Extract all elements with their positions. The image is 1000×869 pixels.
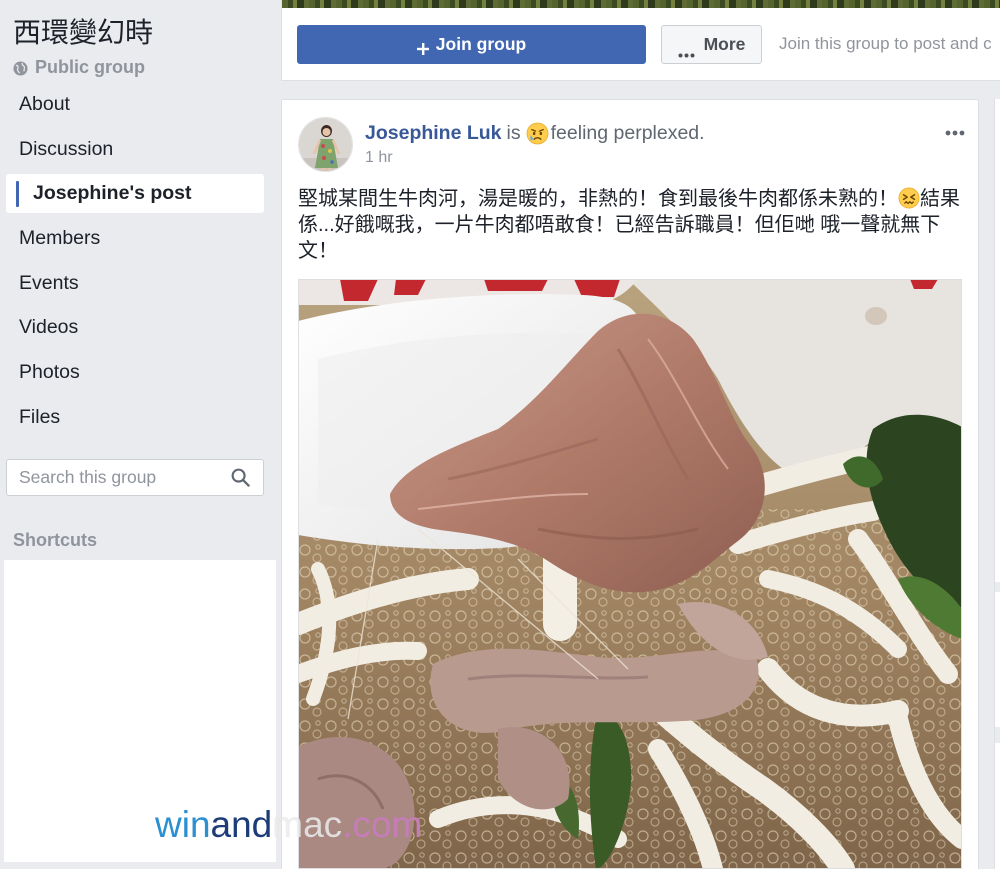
author-avatar[interactable]: [298, 117, 353, 172]
card-gap: [995, 582, 1000, 592]
nav-item-label: Videos: [19, 316, 79, 339]
join-group-button[interactable]: Join group: [297, 25, 646, 64]
join-group-label: Join group: [435, 34, 527, 54]
watermark-part: win: [155, 804, 211, 845]
watermark-part: mac: [272, 804, 343, 845]
post-headline: Josephine Luk is feeling perplexed.: [365, 120, 705, 146]
nav-item-photos[interactable]: Photos: [6, 353, 264, 392]
watermark: winandmac.com: [155, 806, 422, 843]
watermark-part: .com: [342, 804, 423, 845]
nav-item-label: Discussion: [19, 137, 114, 160]
more-button[interactable]: More: [661, 25, 762, 64]
adjacent-card-edge: [994, 99, 1000, 869]
group-search-box: [6, 459, 264, 496]
feeling-text: feeling perplexed.: [550, 121, 705, 144]
nav-item-members[interactable]: Members: [6, 219, 264, 258]
search-input[interactable]: [7, 460, 222, 495]
card-gap: [995, 727, 1000, 743]
author-name-link[interactable]: Josephine Luk: [365, 122, 502, 145]
nav-item-files[interactable]: Files: [6, 398, 264, 437]
watermark-part: and: [210, 804, 273, 845]
group-name[interactable]: 西環變幻時: [13, 14, 153, 52]
nav-item-label: About: [19, 93, 70, 115]
privacy-label: Public group: [35, 56, 145, 77]
nav-item-label: Files: [19, 405, 61, 428]
post-text-part: 堅城某間生牛肉河，湯是暖的，非熱的！食到最後牛肉都係未熟的！: [298, 188, 898, 210]
cover-photo-strip: [282, 0, 1000, 8]
perplexed-face-icon: [526, 122, 549, 145]
post-timestamp[interactable]: 1 hr: [365, 149, 393, 167]
more-dots-icon: [678, 42, 695, 58]
ellipsis-icon[interactable]: [945, 124, 965, 136]
nav-item-josephines-post[interactable]: Josephine's post: [6, 174, 264, 214]
confounded-face-icon: [898, 187, 920, 209]
join-hint-text: Join this group to post and c: [779, 34, 992, 53]
nav-item-discussion[interactable]: Discussion: [6, 130, 264, 169]
nav-item-label: Events: [19, 271, 79, 294]
plus-icon: [416, 39, 429, 55]
shortcuts-heading: Shortcuts: [13, 530, 98, 550]
search-icon[interactable]: [231, 468, 250, 487]
verb-text: is: [506, 121, 521, 144]
post-photo[interactable]: [298, 279, 962, 869]
nav-item-label: Josephine's post: [33, 182, 192, 205]
more-label: More: [703, 34, 746, 54]
post-text: 堅城某間生牛肉河，湯是暖的，非熱的！食到最後牛肉都係未熟的！ 結果係...好餓嘅…: [298, 186, 966, 264]
nav-item-videos[interactable]: Videos: [6, 308, 264, 347]
group-privacy: Public group: [13, 56, 145, 78]
group-nav: About Discussion Josephine's post Member…: [6, 85, 264, 443]
nav-item-events[interactable]: Events: [6, 264, 264, 303]
nav-item-label: Members: [19, 227, 101, 250]
nav-item-about[interactable]: About: [6, 85, 264, 124]
active-indicator: [16, 181, 19, 208]
nav-item-label: Photos: [19, 361, 80, 384]
globe-icon: [13, 60, 28, 76]
